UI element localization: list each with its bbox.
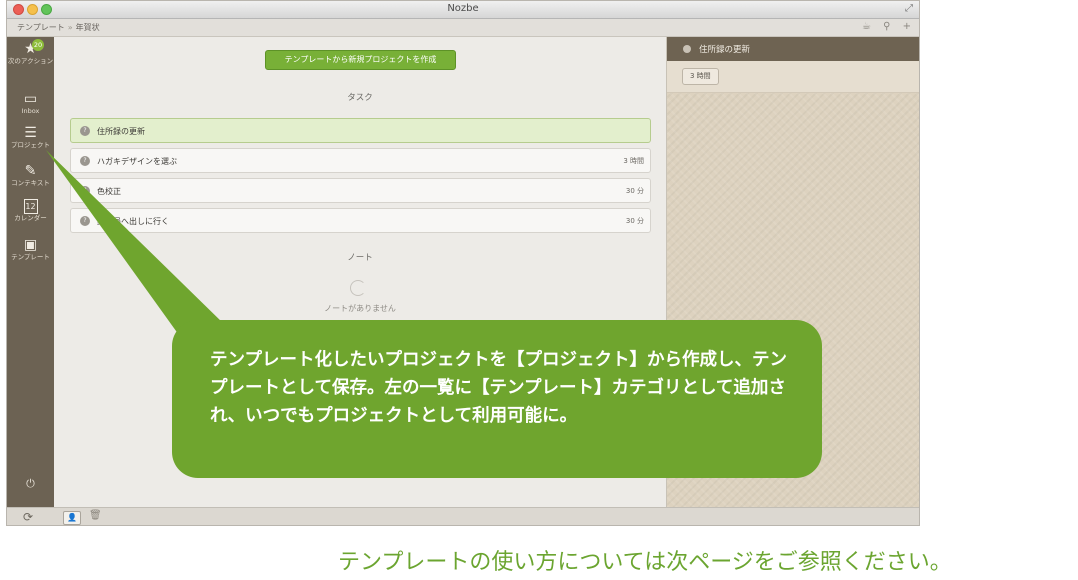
footer-note: テンプレートの使い方については次ページをご参照ください。: [338, 550, 952, 575]
callout-text: テンプレート化したいプロジェクトを【プロジェクト】から作成し、テンプレートとして…: [210, 350, 787, 426]
callout-pointer: [46, 150, 240, 420]
callout-bubble: テンプレート化したいプロジェクトを【プロジェクト】から作成し、テンプレートとして…: [172, 320, 822, 478]
